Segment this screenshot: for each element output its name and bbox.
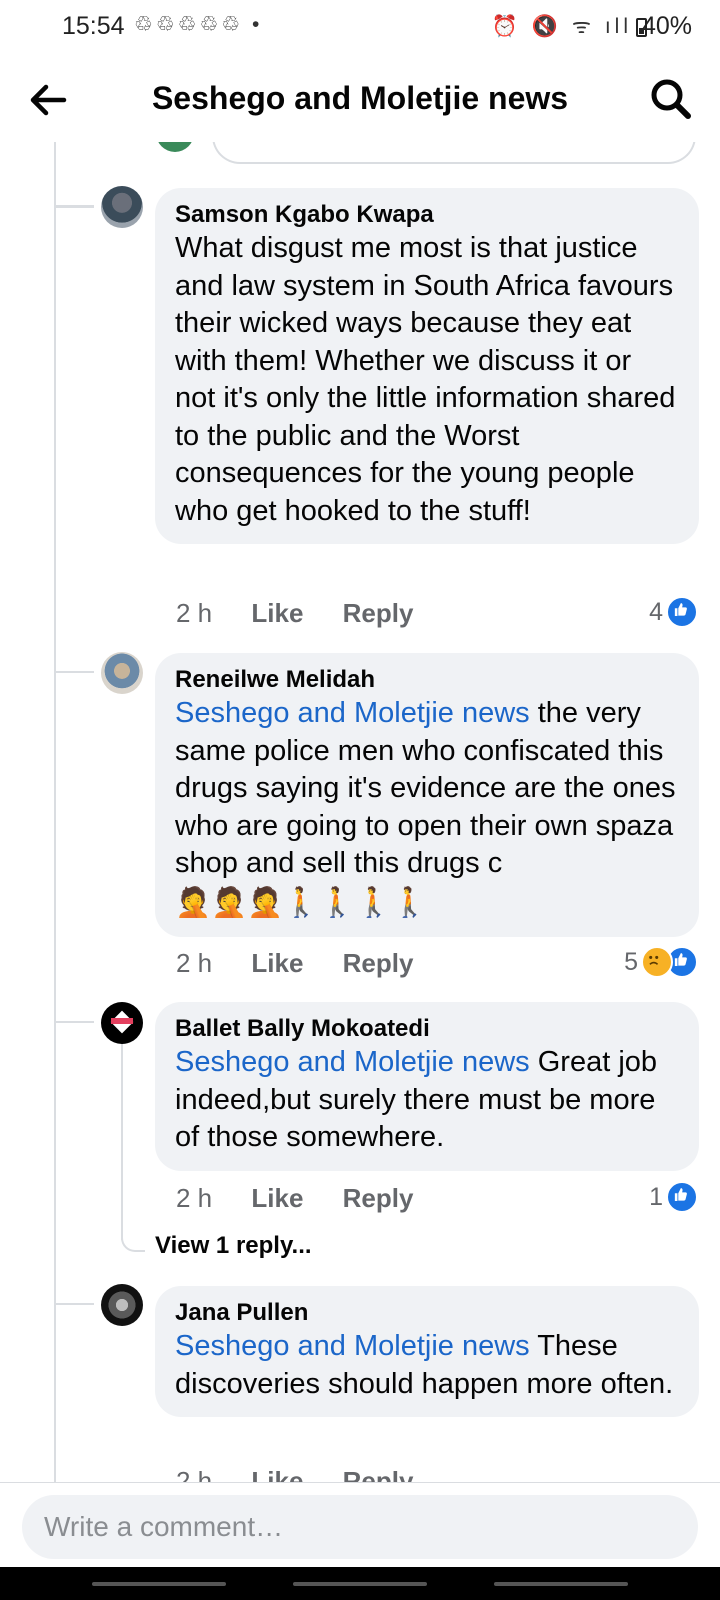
- battery-percent: 40%: [641, 12, 692, 40]
- comment-time[interactable]: 2 h: [176, 598, 212, 628]
- comment-composer: [0, 1482, 720, 1567]
- reaction-count: 4: [649, 597, 663, 626]
- system-icons: ⏰ 🔇 ᯤ ıll: [491, 15, 632, 38]
- comment-author[interactable]: Ballet Bally Mokoatedi: [175, 1014, 679, 1044]
- reply-button[interactable]: Reply: [343, 948, 414, 978]
- reply-button[interactable]: Reply: [343, 1183, 414, 1213]
- home-button[interactable]: [293, 1582, 427, 1586]
- page-mention-link[interactable]: Seshego and Moletjie news: [175, 1046, 530, 1078]
- comment-author[interactable]: Jana Pullen: [175, 1298, 679, 1328]
- reaction-summary[interactable]: 1: [649, 1181, 698, 1213]
- comment-emojis: 🤦🤦🤦🚶🚶🚶🚶: [175, 886, 428, 919]
- reaction-summary[interactable]: 4: [649, 596, 698, 628]
- avatar[interactable]: [101, 186, 143, 228]
- comment-time[interactable]: 2 h: [176, 1183, 212, 1213]
- like-button[interactable]: Like: [251, 948, 303, 978]
- recents-button[interactable]: [92, 1582, 226, 1586]
- like-reaction-icon: [666, 596, 698, 628]
- avatar[interactable]: [101, 652, 143, 694]
- reaction-count: 5: [624, 947, 638, 976]
- comment-text: Seshego and Moletjie news the very same …: [175, 695, 679, 883]
- avatar[interactable]: [101, 1002, 143, 1044]
- like-reaction-icon: [666, 1181, 698, 1213]
- status-bar: 15:54 ♲♲♲♲♲ • ⏰ 🔇 ᯤ ıll 40%: [0, 0, 720, 56]
- logo-icon: [110, 1010, 134, 1034]
- status-time: 15:54: [62, 12, 125, 40]
- comment-text: Seshego and Moletjie news Great job inde…: [175, 1044, 679, 1157]
- comment-bubble: Samson Kgabo Kwapa What disgust me most …: [155, 188, 699, 544]
- search-icon[interactable]: [648, 76, 694, 122]
- comment-time[interactable]: 2 h: [176, 948, 212, 978]
- reaction-count: 1: [649, 1182, 663, 1211]
- thread-connector: [54, 170, 94, 208]
- reply-thread-line: [121, 1030, 123, 1240]
- app-header: Seshego and Moletjie news: [0, 56, 720, 142]
- comment-input[interactable]: [22, 1495, 698, 1559]
- avatar[interactable]: [101, 1284, 143, 1326]
- notification-icons: ♲♲♲♲♲ •: [134, 13, 263, 36]
- comment-text: What disgust me most is that justice and…: [175, 232, 676, 527]
- comment-actions: 2 h Like Reply: [176, 948, 445, 979]
- reaction-summary[interactable]: 5: [624, 946, 698, 978]
- view-replies-link[interactable]: View 1 reply...: [155, 1232, 312, 1260]
- thread-connector: [56, 205, 94, 207]
- comment-author[interactable]: Reneilwe Melidah: [175, 665, 679, 695]
- thread-connector: [56, 671, 94, 673]
- page-mention-link[interactable]: Seshego and Moletjie news: [175, 697, 530, 729]
- comment-bubble: Ballet Bally Mokoatedi Seshego and Molet…: [155, 1002, 699, 1171]
- thread-connector: [56, 1303, 94, 1305]
- comment-bubble: Reneilwe Melidah Seshego and Moletjie ne…: [155, 653, 699, 937]
- page-mention-link[interactable]: Seshego and Moletjie news: [175, 1330, 530, 1362]
- reply-button[interactable]: Reply: [343, 598, 414, 628]
- thread-connector: [56, 1021, 94, 1023]
- page-title: Seshego and Moletjie news: [151, 80, 569, 116]
- like-button[interactable]: Like: [251, 1183, 303, 1213]
- comment-actions: 2 h Like Reply: [176, 598, 445, 629]
- comment-actions: 2 h Like Reply: [176, 1183, 445, 1214]
- sad-reaction-icon: [641, 946, 673, 978]
- system-nav-bar: [0, 1566, 720, 1600]
- comment-text: Seshego and Moletjie news These discover…: [175, 1328, 679, 1403]
- thread-line: [54, 142, 56, 1482]
- comment-bubble: Jana Pullen Seshego and Moletjie news Th…: [155, 1286, 699, 1417]
- like-button[interactable]: Like: [251, 598, 303, 628]
- reply-thread-connector: [121, 1220, 145, 1252]
- comment-author[interactable]: Samson Kgabo Kwapa: [175, 200, 679, 230]
- back-button[interactable]: [494, 1582, 628, 1586]
